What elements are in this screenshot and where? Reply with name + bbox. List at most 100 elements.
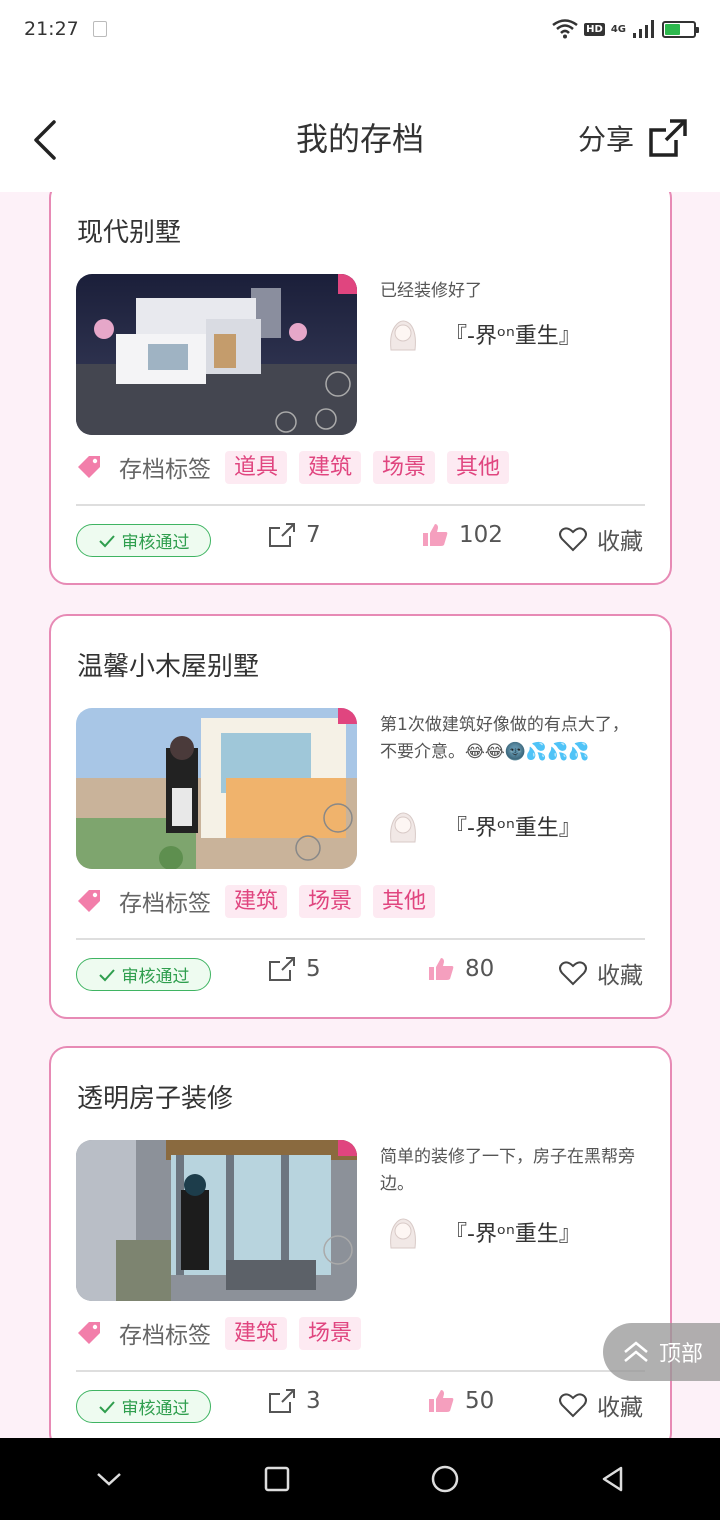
tag-chip[interactable]: 建筑 <box>299 450 362 484</box>
chevron-down-icon[interactable] <box>94 1469 124 1489</box>
thumbnail-image <box>76 1140 357 1301</box>
tag-section-label: 存档标签 <box>119 891 211 917</box>
author-name: 『-界ᵒⁿ重生』 <box>445 816 581 841</box>
share-count[interactable]: 5 <box>268 956 321 982</box>
review-status-label: 审核通过 <box>121 533 190 553</box>
avatar <box>381 1210 425 1254</box>
archive-card[interactable]: 透明房子装修 简单的装修了一下，房子在黑帮旁边。 『-界ᵒⁿ重生』 存档标签 建… <box>49 1046 672 1438</box>
avatar <box>381 312 425 356</box>
check-icon <box>98 1400 115 1413</box>
favorite-label: 收藏 <box>597 1395 643 1421</box>
tag-chip[interactable]: 场景 <box>299 1316 362 1350</box>
heart-icon <box>559 1393 587 1418</box>
thumbs-up-icon <box>429 1390 454 1412</box>
archive-card[interactable]: 现代别墅 已经装修好了 『-界ᵒⁿ重生』 存档标签 道具 建筑 场景 其他 审核… <box>49 192 672 585</box>
review-status-label: 审核通过 <box>121 967 190 987</box>
share-label: 分享 <box>577 123 634 156</box>
card-description: 已经装修好了 <box>380 281 482 301</box>
card-title: 温馨小木屋别墅 <box>77 652 260 682</box>
heart-icon <box>559 527 587 552</box>
avatar <box>381 804 425 848</box>
archive-list[interactable]: 现代别墅 已经装修好了 『-界ᵒⁿ重生』 存档标签 道具 建筑 场景 其他 审核… <box>0 192 720 1438</box>
tag-chip[interactable]: 建筑 <box>225 884 288 918</box>
app-header: 我的存档 分享 <box>0 58 720 192</box>
signal-icon <box>633 20 654 38</box>
share-icon <box>269 957 295 981</box>
status-icons: HD 4G <box>552 19 699 39</box>
like-count[interactable]: 102 <box>421 522 503 548</box>
favorite-label: 收藏 <box>597 963 643 989</box>
archive-thumbnail[interactable] <box>76 708 357 869</box>
like-count[interactable]: 50 <box>427 1388 494 1414</box>
status-time: 21:27 <box>24 18 79 40</box>
tag-row: 存档标签 道具 建筑 场景 其他 <box>75 450 521 484</box>
archive-thumbnail[interactable] <box>76 274 357 435</box>
review-status-badge: 审核通过 <box>76 524 211 557</box>
notification-icon <box>92 21 107 37</box>
thumbs-up-icon <box>423 524 448 546</box>
review-status-label: 审核通过 <box>121 1399 190 1419</box>
favorite-button[interactable]: 收藏 <box>559 956 643 990</box>
share-count[interactable]: 7 <box>268 522 321 548</box>
divider <box>76 504 645 506</box>
favorite-label: 收藏 <box>597 529 643 555</box>
like-count-value: 80 <box>465 956 495 982</box>
tag-row: 存档标签 建筑 场景 其他 <box>75 884 447 918</box>
tag-row: 存档标签 建筑 场景 <box>75 1316 373 1350</box>
tag-chip[interactable]: 其他 <box>447 450 510 484</box>
check-icon <box>98 968 115 981</box>
share-count[interactable]: 3 <box>268 1388 321 1414</box>
card-title: 现代别墅 <box>77 218 182 248</box>
author-name: 『-界ᵒⁿ重生』 <box>445 1222 581 1247</box>
wifi-icon <box>552 19 578 39</box>
tag-chip[interactable]: 场景 <box>373 450 436 484</box>
thumbs-up-icon <box>429 958 454 980</box>
tag-chip[interactable]: 道具 <box>225 450 288 484</box>
back-to-top-label: 顶部 <box>659 1342 704 1367</box>
review-status-badge: 审核通过 <box>76 1390 211 1423</box>
share-external-icon <box>649 119 687 157</box>
card-footer: 审核通过 5 80 收藏 <box>76 952 645 1002</box>
favorite-button[interactable]: 收藏 <box>559 1388 643 1422</box>
like-count[interactable]: 80 <box>427 956 494 982</box>
back-triangle-icon[interactable] <box>599 1465 627 1493</box>
author-name: 『-界ᵒⁿ重生』 <box>445 324 581 349</box>
review-status-badge: 审核通过 <box>76 958 211 991</box>
hd-icon: HD <box>584 22 605 36</box>
back-to-top-button[interactable]: 顶部 <box>603 1323 720 1381</box>
tag-icon <box>78 1322 100 1344</box>
double-chevron-up-icon <box>624 1341 648 1362</box>
home-icon[interactable] <box>430 1464 460 1494</box>
tag-icon <box>78 456 100 478</box>
archive-thumbnail[interactable] <box>76 1140 357 1301</box>
card-footer: 审核通过 7 102 收藏 <box>76 518 645 568</box>
archive-card[interactable]: 温馨小木屋别墅 第1次做建筑好像做的有点大了，不要介意。😂😂🌚💦💦💦 『-界ᵒⁿ… <box>49 614 672 1019</box>
author-info[interactable]: 『-界ᵒⁿ重生』 <box>381 804 581 848</box>
divider <box>76 938 645 940</box>
tag-chip[interactable]: 建筑 <box>225 1316 288 1350</box>
thumbnail-image <box>76 708 357 869</box>
status-bar: 21:27 HD 4G <box>0 0 720 58</box>
author-info[interactable]: 『-界ᵒⁿ重生』 <box>381 312 581 356</box>
share-icon <box>269 523 295 547</box>
heart-icon <box>559 961 587 986</box>
favorite-button[interactable]: 收藏 <box>559 522 643 556</box>
card-title: 透明房子装修 <box>77 1084 234 1114</box>
system-nav-bar <box>0 1438 720 1520</box>
share-icon <box>269 1389 295 1413</box>
divider <box>76 1370 645 1372</box>
tag-section-label: 存档标签 <box>119 457 211 483</box>
card-description: 简单的装修了一下，房子在黑帮旁边。 <box>380 1147 635 1194</box>
share-count-value: 3 <box>306 1388 321 1414</box>
card-footer: 审核通过 3 50 收藏 <box>76 1384 645 1434</box>
author-info[interactable]: 『-界ᵒⁿ重生』 <box>381 1210 581 1254</box>
share-button[interactable]: 分享 <box>578 118 688 158</box>
like-count-value: 102 <box>459 522 503 548</box>
thumbnail-image <box>76 274 357 435</box>
tag-chip[interactable]: 场景 <box>299 884 362 918</box>
tag-chip[interactable]: 其他 <box>373 884 436 918</box>
share-count-value: 7 <box>306 522 321 548</box>
recent-apps-icon[interactable] <box>263 1465 291 1493</box>
network-type: 4G <box>610 23 626 35</box>
share-count-value: 5 <box>306 956 321 982</box>
